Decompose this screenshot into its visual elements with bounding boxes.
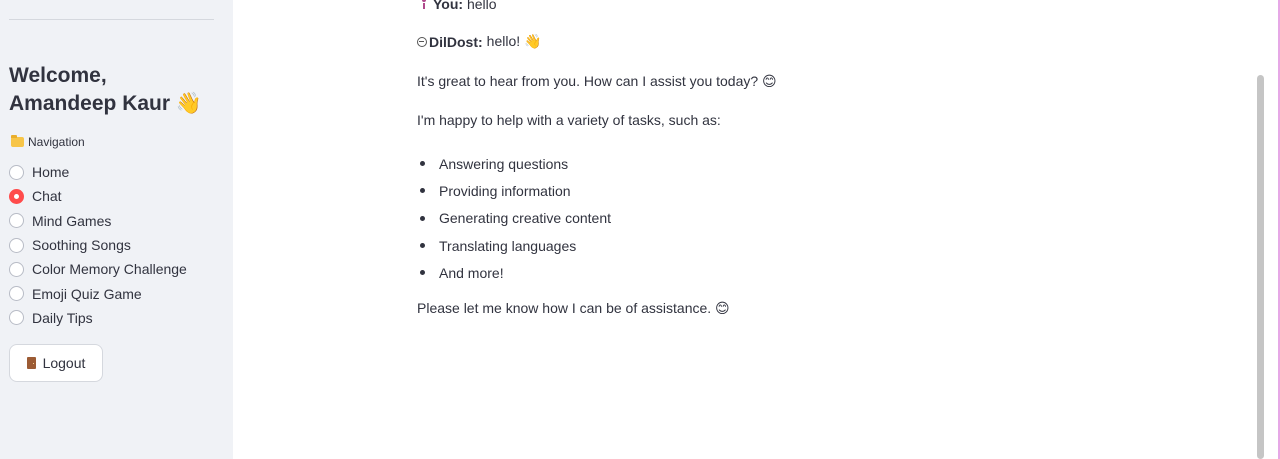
bot-greeting: hello! 👋: [486, 33, 542, 49]
nav-radio-label: Soothing Songs: [32, 237, 131, 254]
navigation-label: Navigation: [11, 135, 85, 149]
nav-radio-chat[interactable]: Chat: [9, 184, 187, 208]
welcome-heading: Welcome, Amandeep Kaur 👋: [9, 62, 224, 118]
nav-radio-label: Emoji Quiz Game: [32, 285, 142, 302]
welcome-line-2: Amandeep Kaur 👋: [9, 92, 203, 115]
bot-name: DilDost:: [429, 33, 483, 50]
nav-radio-label: Mind Games: [32, 212, 112, 229]
logout-label: Logout: [42, 355, 86, 371]
nav-radio-color-memory-challenge[interactable]: Color Memory Challenge: [9, 257, 187, 281]
bot-bullet-list: Answering questions Providing informatio…: [417, 150, 611, 286]
nav-radio-mind-games[interactable]: Mind Games: [9, 209, 187, 233]
folder-icon: [11, 135, 24, 147]
scrollbar[interactable]: [1257, 75, 1264, 459]
nav-radio-label: Color Memory Challenge: [32, 261, 187, 278]
main-content: You: hello DilDost: hello! 👋 It's great …: [233, 0, 1268, 459]
sidebar-divider: [9, 19, 214, 20]
radio-button[interactable]: [9, 164, 24, 180]
list-item: Translating languages: [417, 232, 611, 259]
radio-button[interactable]: [9, 213, 24, 229]
radio-button[interactable]: [9, 286, 24, 302]
bot-message-header: DilDost: hello! 👋: [417, 33, 541, 50]
user-message: You: hello: [421, 0, 497, 12]
nav-radio-daily-tips[interactable]: Daily Tips: [9, 306, 187, 330]
radio-button[interactable]: [9, 237, 24, 253]
list-item: Answering questions: [417, 150, 611, 177]
nav-radio-emoji-quiz-game[interactable]: Emoji Quiz Game: [9, 281, 187, 305]
nav-radio-soothing-songs[interactable]: Soothing Songs: [9, 233, 187, 257]
list-item: Providing information: [417, 177, 611, 204]
door-icon: [26, 357, 36, 369]
nav-radio-home[interactable]: Home: [9, 160, 187, 184]
logout-button[interactable]: Logout: [9, 344, 103, 382]
list-item: Generating creative content: [417, 205, 611, 232]
radio-button[interactable]: [9, 310, 24, 326]
bot-icon: [417, 36, 427, 47]
user-message-text: hello: [466, 0, 497, 12]
bot-paragraph-3: Please let me know how I can be of assis…: [417, 300, 730, 316]
nav-radio-label: Home: [32, 164, 70, 181]
bot-paragraph-1: It's great to hear from you. How can I a…: [417, 73, 777, 89]
radio-button-selected[interactable]: [9, 188, 24, 204]
sidebar: Welcome, Amandeep Kaur 👋 Navigation Home…: [0, 0, 233, 459]
navigation-radio-group: Home Chat Mind Games Soothing Songs Colo…: [9, 160, 187, 330]
person-icon: [421, 0, 427, 10]
bot-paragraph-2: I'm happy to help with a variety of task…: [417, 112, 721, 128]
nav-radio-label: Chat: [32, 188, 62, 205]
user-name: You:: [433, 0, 464, 12]
navigation-label-text: Navigation: [28, 135, 85, 149]
list-item: And more!: [417, 259, 611, 286]
welcome-line-1: Welcome,: [9, 64, 107, 87]
nav-radio-label: Daily Tips: [32, 309, 93, 326]
radio-button[interactable]: [9, 261, 24, 277]
